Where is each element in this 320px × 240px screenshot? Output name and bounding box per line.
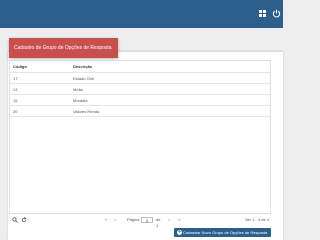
add-group-button-label: Cadastrar Novo Grupo de Opções de Respos…	[183, 230, 268, 235]
records-info: Ver 1 - 4 de 4	[244, 217, 269, 222]
cell-description: Estado Civil	[70, 72, 270, 84]
table-row[interactable]: 20 Valores Renda	[10, 105, 270, 117]
top-bar	[0, 0, 283, 28]
refresh-icon[interactable]	[21, 217, 27, 223]
cell-code: 15	[10, 94, 70, 106]
cell-description: Mídia	[70, 83, 270, 95]
column-header-code[interactable]: Código	[10, 61, 70, 73]
page-title: Cadastro de Grupo de Opções de Resposta	[9, 38, 118, 58]
table-row[interactable]: 17 Estado Civil	[10, 72, 270, 84]
next-page-button[interactable]: »	[168, 217, 170, 223]
table-row[interactable]: 13 Mídia	[10, 83, 270, 95]
last-page-button[interactable]: ⇥	[177, 217, 180, 223]
table-row[interactable]: 15 Moradia	[10, 94, 270, 106]
table-header-row: Código Descrição	[10, 61, 270, 73]
data-table: Código Descrição 17 Estado Civil 13 Mídi…	[9, 60, 271, 214]
page-count-label: de 1	[156, 217, 161, 228]
table-footer: ⇤ « Página de 1 » ⇥ Ver 1 - 4 de 4	[9, 215, 271, 228]
page-label: Página	[127, 217, 140, 222]
cell-description: Moradia	[70, 94, 270, 106]
cell-code: 13	[10, 83, 70, 95]
cell-code: 20	[10, 105, 70, 117]
cell-description: Valores Renda	[70, 105, 270, 117]
search-icon[interactable]	[12, 217, 18, 223]
page-number-input[interactable]	[141, 217, 153, 223]
prev-page-button[interactable]: «	[114, 217, 116, 223]
column-header-description[interactable]: Descrição	[70, 61, 270, 73]
first-page-button[interactable]: ⇤	[105, 217, 108, 223]
plus-icon: +	[177, 229, 182, 235]
cell-code: 17	[10, 72, 70, 84]
grid-icon[interactable]	[259, 10, 266, 17]
power-icon[interactable]	[272, 9, 281, 18]
add-group-button[interactable]: + Cadastrar Novo Grupo de Opções de Resp…	[174, 228, 271, 237]
